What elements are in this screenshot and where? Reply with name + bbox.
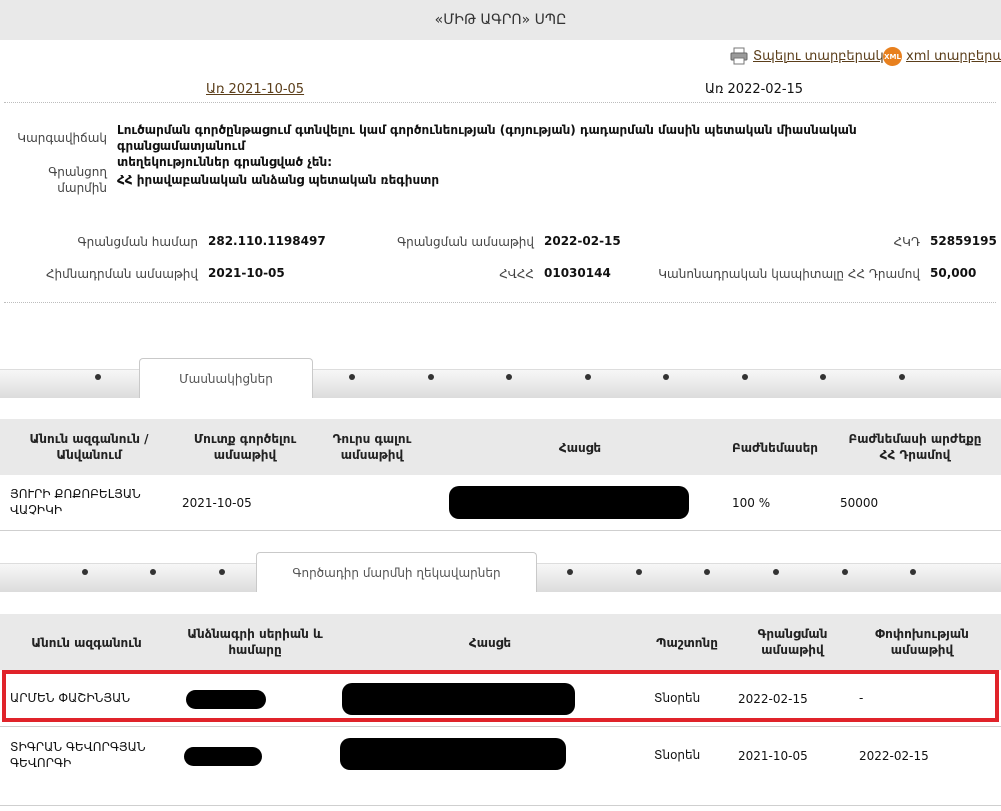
tab-dot[interactable] [428, 374, 434, 380]
tab-dot[interactable] [506, 374, 512, 380]
tab-dot[interactable] [773, 569, 779, 575]
tab-participants[interactable]: Մասնակիցներ [139, 358, 313, 398]
tab-dot[interactable] [95, 374, 101, 380]
redacted-address [449, 486, 689, 519]
tab-dot[interactable] [910, 569, 916, 575]
tab-dot[interactable] [349, 374, 355, 380]
date-from-link[interactable]: Առ 2021-10-05 [206, 82, 304, 97]
divider [4, 302, 996, 303]
xml-version-link-group[interactable]: XML xml տարբերակ [883, 47, 1001, 66]
tab-dot[interactable] [219, 569, 225, 575]
status-label: Կարգավիճակ [17, 131, 107, 145]
tab-dot[interactable] [820, 374, 826, 380]
col-name: Անուն ազգանուն / Անվանում [29, 432, 149, 462]
row-divider [0, 530, 1001, 531]
tab-dot[interactable] [704, 569, 710, 575]
reg-number-label: Գրանցման համար [77, 235, 198, 249]
col-shares: Բաժնեմասեր [732, 441, 818, 455]
vat-value: 01030144 [544, 266, 611, 280]
participant-share: 100 % [732, 496, 771, 510]
tab-dot[interactable] [663, 374, 669, 380]
found-date-value: 2021-10-05 [208, 266, 285, 280]
participant-name: ՅՈՒՐԻ ՔՈՔՈԲԵԼՅԱՆ ՎԱՉԻԿԻ [10, 487, 141, 517]
table-row: ՅՈՒՐԻ ՔՈՔՈԲԵԼՅԱՆ ՎԱՉԻԿԻ 2021-10-05 100 %… [0, 475, 1001, 530]
tab-dot[interactable] [82, 569, 88, 575]
row-divider [0, 805, 1001, 806]
participant-entry-date: 2021-10-05 [182, 496, 252, 510]
tab-executive-managers[interactable]: Գործադիր մարմնի ղեկավարներ [256, 552, 537, 592]
col-reg-date: Գրանցման ամսաթիվ [757, 627, 828, 657]
col-share-value: Բաժնեմասի արժեքը ՀՀ Դրամով [848, 432, 982, 462]
xml-version-link[interactable]: xml տարբերակ [906, 49, 1001, 64]
redacted-passport [184, 747, 262, 766]
registry-value: ՀՀ իրավաբանական անձանց պետական ռեգիստր [117, 173, 440, 187]
found-date-label: Հիմնադրման ամսաթիվ [45, 267, 198, 281]
manager-position: Տնօրեն [654, 748, 701, 762]
col-position: Պաշտոնը [656, 636, 718, 650]
printer-icon [730, 47, 748, 65]
manager-name: ՏԻԳՐԱՆ ԳԵՎՈՐԳՅԱՆ ԳԵՎՈՐԳԻ [10, 740, 146, 770]
tab-dot[interactable] [842, 569, 848, 575]
xml-icon: XML [883, 47, 902, 66]
col-entry-date: Մուտք գործելու ամսաթիվ [193, 432, 297, 462]
tab-dot[interactable] [585, 374, 591, 380]
table-row: ՏԻԳՐԱՆ ԳԵՎՈՐԳՅԱՆ ԳԵՎՈՐԳԻ Տնօրեն 2021-10-… [0, 727, 1001, 785]
col-passport: Անձնագրի սերիան և համարը [187, 627, 323, 657]
tin-value: 52859195 [930, 234, 997, 248]
print-version-link[interactable]: Տպելու տարբերակ [753, 49, 884, 64]
tin-label: ՀԿԴ [893, 235, 920, 249]
highlight-box [2, 670, 999, 722]
registry-label: Գրանցող մարմին [48, 165, 107, 195]
reg-number-value: 282.110.1198497 [208, 234, 326, 248]
company-title: «ՄԻԹ ԱԳՐՈ» ՍՊԸ [434, 12, 567, 28]
print-version-link-group[interactable]: Տպելու տարբերակ [730, 47, 884, 65]
tab-dot[interactable] [150, 569, 156, 575]
col-change-date: Փոփոխության ամսաթիվ [875, 627, 969, 657]
vat-label: ՀՎՀՀ [499, 267, 534, 281]
tab-dot[interactable] [636, 569, 642, 575]
participant-share-value: 50000 [840, 496, 879, 510]
col-name: Անուն ազգանուն [31, 636, 142, 650]
reg-date-label: Գրանցման ամսաթիվ [397, 235, 534, 249]
tab-dot[interactable] [742, 374, 748, 380]
page-title-bar: «ՄԻԹ ԱԳՐՈ» ՍՊԸ [0, 0, 1001, 40]
reg-date-value: 2022-02-15 [544, 234, 621, 248]
manager-change-date: 2022-02-15 [859, 749, 929, 763]
date-to-text: Առ 2022-02-15 [705, 82, 804, 97]
tab-dot[interactable] [899, 374, 905, 380]
capital-label: Կանոնադրական կապիտալը ՀՀ Դրամով [658, 267, 920, 281]
col-address: Հասցե [468, 636, 512, 650]
capital-value: 50,000 [930, 266, 977, 280]
redacted-address [340, 738, 566, 770]
col-exit-date: Դուրս գալու ամսաթիվ [332, 432, 412, 462]
col-address: Հասցե [558, 441, 602, 455]
tab-dot[interactable] [567, 569, 573, 575]
manager-reg-date: 2021-10-05 [738, 749, 808, 763]
status-value: Լուծարման գործընթացում գտնվելու կամ գործ… [117, 123, 857, 169]
divider [4, 102, 996, 103]
